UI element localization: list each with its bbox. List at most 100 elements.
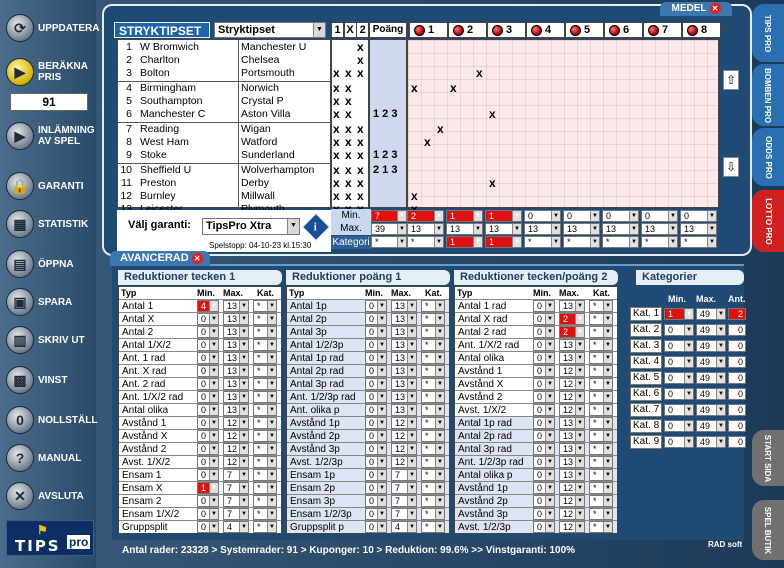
- max-select[interactable]: 13 ▼: [559, 456, 585, 468]
- system-header-8[interactable]: 8: [682, 22, 721, 38]
- kat-select[interactable]: * ▼: [253, 508, 277, 520]
- max-select[interactable]: 13 ▼: [559, 352, 585, 364]
- max-select[interactable]: 12 ▼: [559, 482, 585, 494]
- kat-select-1[interactable]: * ▼: [371, 236, 407, 248]
- sidebar-button-spara[interactable]: ▣ SPARA: [6, 286, 90, 318]
- kat-select[interactable]: * ▼: [589, 508, 613, 520]
- max-select[interactable]: 7 ▼: [391, 482, 417, 494]
- min-select-6[interactable]: 0 ▼: [563, 210, 600, 222]
- system-header-2[interactable]: 2: [448, 22, 487, 38]
- kat-min-select[interactable]: 0 ▼: [664, 388, 694, 400]
- system-header-1[interactable]: 1: [409, 22, 448, 38]
- kat-select[interactable]: * ▼: [253, 352, 277, 364]
- close-icon[interactable]: ✕: [191, 252, 203, 264]
- min-select[interactable]: 0 ▼: [365, 469, 387, 481]
- max-select[interactable]: 13 ▼: [391, 326, 417, 338]
- max-select[interactable]: 13 ▼: [559, 300, 585, 312]
- max-select[interactable]: 13 ▼: [559, 430, 585, 442]
- max-select[interactable]: 13 ▼: [391, 378, 417, 390]
- max-select[interactable]: 13 ▼: [223, 313, 249, 325]
- kat-select[interactable]: * ▼: [253, 521, 277, 533]
- max-select[interactable]: 13 ▼: [391, 365, 417, 377]
- sidebar-button-garanti[interactable]: 🔒 GARANTI: [6, 170, 90, 202]
- max-select[interactable]: 13 ▼: [223, 352, 249, 364]
- min-select-7[interactable]: 0 ▼: [602, 210, 639, 222]
- max-select[interactable]: 13 ▼: [391, 339, 417, 351]
- max-select[interactable]: 12 ▼: [559, 495, 585, 507]
- max-select[interactable]: 13 ▼: [391, 313, 417, 325]
- max-select[interactable]: 13 ▼: [223, 326, 249, 338]
- close-icon[interactable]: ✕: [709, 2, 721, 14]
- max-select[interactable]: 12 ▼: [559, 391, 585, 403]
- right-tab-spel-butik[interactable]: SPEL BUTIK: [752, 500, 784, 560]
- tab-medel[interactable]: MEDEL ✕: [660, 2, 732, 16]
- min-select[interactable]: 0 ▼: [533, 391, 555, 403]
- max-select[interactable]: 13 ▼: [559, 417, 585, 429]
- min-select[interactable]: 0 ▼: [533, 443, 555, 455]
- sidebar-button-öppna[interactable]: ▤ ÖPPNA: [6, 248, 90, 280]
- system-header-5[interactable]: 5: [565, 22, 604, 38]
- min-select[interactable]: 0 ▼: [533, 313, 555, 325]
- min-select[interactable]: 0 ▼: [365, 326, 387, 338]
- max-select-1[interactable]: 39 ▼: [371, 223, 407, 235]
- max-select[interactable]: 13 ▼: [223, 378, 249, 390]
- max-select[interactable]: 12 ▼: [223, 443, 249, 455]
- min-select[interactable]: 0 ▼: [533, 482, 555, 494]
- max-select[interactable]: 13 ▼: [559, 469, 585, 481]
- min-select[interactable]: 0 ▼: [365, 300, 387, 312]
- scroll-up-button[interactable]: ⇧: [723, 70, 739, 90]
- kat-select[interactable]: * ▼: [589, 443, 613, 455]
- max-select[interactable]: 2 ▼: [559, 326, 585, 338]
- max-select[interactable]: 12 ▼: [223, 456, 249, 468]
- kat-max-select[interactable]: 49 ▼: [696, 420, 726, 432]
- max-select[interactable]: 13 ▼: [391, 352, 417, 364]
- kat-select[interactable]: * ▼: [421, 417, 445, 429]
- kat-min-select[interactable]: 0 ▼: [664, 436, 694, 448]
- kat-min-select[interactable]: 0 ▼: [664, 340, 694, 352]
- min-select[interactable]: 0 ▼: [533, 508, 555, 520]
- min-select[interactable]: 0 ▼: [197, 469, 219, 481]
- max-select[interactable]: 13 ▼: [391, 300, 417, 312]
- kat-select[interactable]: * ▼: [253, 469, 277, 481]
- min-select[interactable]: 0 ▼: [365, 313, 387, 325]
- kat-min-select[interactable]: 0 ▼: [664, 404, 694, 416]
- max-select[interactable]: 12 ▼: [559, 508, 585, 520]
- min-select[interactable]: 4 ▼: [197, 300, 219, 312]
- min-select[interactable]: 0 ▼: [533, 404, 555, 416]
- kat-select[interactable]: * ▼: [253, 300, 277, 312]
- sidebar-button-nollställ[interactable]: 0 NOLLSTÄLL: [6, 404, 97, 436]
- kat-select[interactable]: * ▼: [589, 391, 613, 403]
- min-select[interactable]: 0 ▼: [365, 430, 387, 442]
- system-header-6[interactable]: 6: [604, 22, 643, 38]
- system-grid[interactable]: xxxxxxxxx: [407, 39, 719, 216]
- min-select[interactable]: 0 ▼: [197, 378, 219, 390]
- min-select[interactable]: 0 ▼: [533, 378, 555, 390]
- min-select[interactable]: 0 ▼: [197, 365, 219, 377]
- kat-select[interactable]: * ▼: [421, 443, 445, 455]
- kat-select[interactable]: * ▼: [421, 482, 445, 494]
- kat-select[interactable]: * ▼: [253, 417, 277, 429]
- min-select-8[interactable]: 0 ▼: [641, 210, 678, 222]
- tab-avancerad[interactable]: AVANCERAD ✕: [110, 251, 210, 266]
- max-select[interactable]: 4 ▼: [223, 521, 249, 533]
- min-select[interactable]: 0 ▼: [365, 339, 387, 351]
- min-select[interactable]: 0 ▼: [197, 495, 219, 507]
- kat-select[interactable]: * ▼: [421, 521, 445, 533]
- kat-min-select[interactable]: 1 ▼: [664, 308, 694, 320]
- max-select[interactable]: 12 ▼: [391, 456, 417, 468]
- kat-min-select[interactable]: 0 ▼: [664, 324, 694, 336]
- sidebar-button-uppdatera[interactable]: ⟳ UPPDATERA: [6, 12, 99, 44]
- kat-select[interactable]: * ▼: [421, 339, 445, 351]
- min-select[interactable]: 0 ▼: [533, 300, 555, 312]
- min-select[interactable]: 0 ▼: [533, 521, 555, 533]
- kat-select[interactable]: * ▼: [421, 508, 445, 520]
- max-select[interactable]: 7 ▼: [223, 495, 249, 507]
- max-select[interactable]: 2 ▼: [559, 313, 585, 325]
- kat-select[interactable]: * ▼: [589, 482, 613, 494]
- max-select[interactable]: 12 ▼: [391, 443, 417, 455]
- max-select[interactable]: 4 ▼: [391, 521, 417, 533]
- right-tab-tips-pro[interactable]: TIPS PRO: [752, 4, 784, 62]
- min-select[interactable]: 0 ▼: [533, 326, 555, 338]
- max-select[interactable]: 12 ▼: [559, 365, 585, 377]
- min-select[interactable]: 0 ▼: [365, 508, 387, 520]
